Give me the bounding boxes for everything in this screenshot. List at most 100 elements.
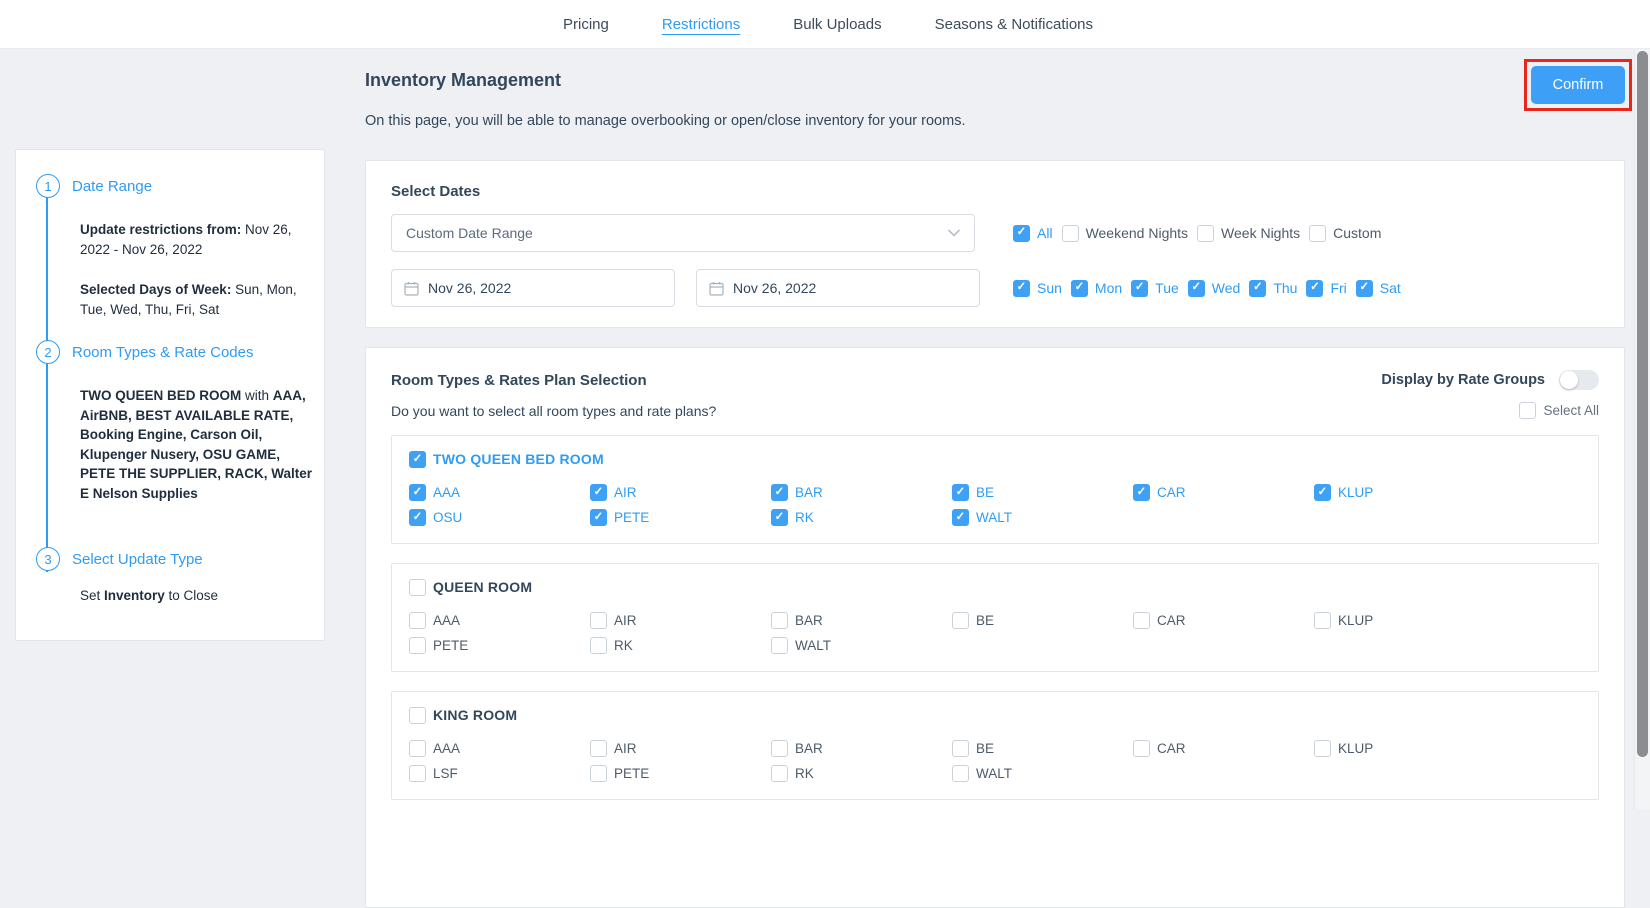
day-mon[interactable]: ✓Mon — [1071, 280, 1122, 297]
date-range-dropdown[interactable]: Custom Date Range — [391, 214, 975, 252]
day-thu[interactable]: ✓Thu — [1249, 280, 1297, 297]
scrollbar-thumb[interactable] — [1637, 51, 1648, 757]
room-king-room[interactable]: KING ROOM — [409, 707, 1581, 724]
checkbox-sun[interactable]: ✓ — [1013, 280, 1030, 297]
day-fri[interactable]: ✓Fri — [1306, 280, 1346, 297]
rate-lsf[interactable]: LSF — [409, 765, 590, 782]
checkbox-walt[interactable] — [771, 637, 788, 654]
rate-rk[interactable]: RK — [771, 765, 952, 782]
checkbox-aaa[interactable]: ✓ — [409, 484, 426, 501]
checkbox-klup[interactable]: ✓ — [1314, 484, 1331, 501]
step-3-label[interactable]: Select Update Type — [72, 551, 203, 568]
rate-klup[interactable]: KLUP — [1314, 612, 1495, 629]
select-all-select-all[interactable]: Select All — [1519, 402, 1599, 419]
day-sun[interactable]: ✓Sun — [1013, 280, 1062, 297]
rate-walt[interactable]: WALT — [771, 637, 952, 654]
rate-pete[interactable]: PETE — [590, 765, 771, 782]
checkbox-klup[interactable] — [1314, 612, 1331, 629]
rate-rk[interactable]: ✓RK — [771, 509, 952, 526]
checkbox-air[interactable] — [590, 740, 607, 757]
day-wed[interactable]: ✓Wed — [1188, 280, 1241, 297]
checkbox-walt[interactable] — [952, 765, 969, 782]
rate-air[interactable]: AIR — [590, 740, 771, 757]
rate-aaa[interactable]: AAA — [409, 612, 590, 629]
tab-seasons-notifications[interactable]: Seasons & Notifications — [935, 16, 1093, 33]
checkbox-tue[interactable]: ✓ — [1131, 280, 1148, 297]
checkbox-bar[interactable] — [771, 740, 788, 757]
checkbox-all[interactable]: ✓ — [1013, 225, 1030, 242]
checkbox-fri[interactable]: ✓ — [1306, 280, 1323, 297]
confirm-button[interactable]: Confirm — [1531, 66, 1625, 104]
checkbox-weekend-nights[interactable] — [1062, 225, 1079, 242]
room-two-queen-bed-room[interactable]: ✓TWO QUEEN BED ROOM — [409, 451, 1581, 468]
step-2-label[interactable]: Room Types & Rate Codes — [72, 344, 253, 361]
checkbox-walt[interactable]: ✓ — [952, 509, 969, 526]
checkbox-car[interactable]: ✓ — [1133, 484, 1150, 501]
step-update-type[interactable]: 3 Select Update Type — [36, 547, 203, 571]
checkbox-aaa[interactable] — [409, 612, 426, 629]
tab-bulk-uploads[interactable]: Bulk Uploads — [793, 16, 881, 33]
checkbox-sat[interactable]: ✓ — [1356, 280, 1373, 297]
tab-pricing[interactable]: Pricing — [563, 16, 609, 33]
rate-bar[interactable]: ✓BAR — [771, 484, 952, 501]
rate-walt[interactable]: ✓WALT — [952, 509, 1133, 526]
rate-walt[interactable]: WALT — [952, 765, 1133, 782]
checkbox-air[interactable] — [590, 612, 607, 629]
checkbox-lsf[interactable] — [409, 765, 426, 782]
rate-bar[interactable]: BAR — [771, 612, 952, 629]
checkbox-be[interactable] — [952, 612, 969, 629]
checkbox-klup[interactable] — [1314, 740, 1331, 757]
checkbox-two-queen-bed-room[interactable]: ✓ — [409, 451, 426, 468]
checkbox-select-all[interactable] — [1519, 402, 1536, 419]
rate-car[interactable]: CAR — [1133, 740, 1314, 757]
night-filter-all[interactable]: ✓All — [1013, 225, 1053, 242]
rate-bar[interactable]: BAR — [771, 740, 952, 757]
checkbox-thu[interactable]: ✓ — [1249, 280, 1266, 297]
step-date-range[interactable]: 1 Date Range — [36, 174, 152, 198]
day-tue[interactable]: ✓Tue — [1131, 280, 1179, 297]
checkbox-queen-room[interactable] — [409, 579, 426, 596]
rate-pete[interactable]: ✓PETE — [590, 509, 771, 526]
room-queen-room[interactable]: QUEEN ROOM — [409, 579, 1581, 596]
checkbox-osu[interactable]: ✓ — [409, 509, 426, 526]
start-date-input[interactable]: Nov 26, 2022 — [391, 269, 675, 307]
checkbox-rk[interactable]: ✓ — [771, 509, 788, 526]
checkbox-pete[interactable] — [409, 637, 426, 654]
day-sat[interactable]: ✓Sat — [1356, 280, 1401, 297]
checkbox-wed[interactable]: ✓ — [1188, 280, 1205, 297]
checkbox-car[interactable] — [1133, 740, 1150, 757]
rate-air[interactable]: ✓AIR — [590, 484, 771, 501]
rate-osu[interactable]: ✓OSU — [409, 509, 590, 526]
night-filter-custom[interactable]: Custom — [1309, 225, 1381, 242]
rate-car[interactable]: ✓CAR — [1133, 484, 1314, 501]
checkbox-mon[interactable]: ✓ — [1071, 280, 1088, 297]
rate-aaa[interactable]: ✓AAA — [409, 484, 590, 501]
checkbox-be[interactable] — [952, 740, 969, 757]
rate-be[interactable]: ✓BE — [952, 484, 1133, 501]
rate-klup[interactable]: KLUP — [1314, 740, 1495, 757]
rate-klup[interactable]: ✓KLUP — [1314, 484, 1495, 501]
rate-aaa[interactable]: AAA — [409, 740, 590, 757]
night-filter-week-nights[interactable]: Week Nights — [1197, 225, 1300, 242]
checkbox-rk[interactable] — [590, 637, 607, 654]
checkbox-air[interactable]: ✓ — [590, 484, 607, 501]
rate-rk[interactable]: RK — [590, 637, 771, 654]
rate-be[interactable]: BE — [952, 740, 1133, 757]
rate-car[interactable]: CAR — [1133, 612, 1314, 629]
checkbox-bar[interactable]: ✓ — [771, 484, 788, 501]
tab-restrictions[interactable]: Restrictions — [662, 16, 740, 33]
night-filter-weekend-nights[interactable]: Weekend Nights — [1062, 225, 1188, 242]
checkbox-king-room[interactable] — [409, 707, 426, 724]
checkbox-be[interactable]: ✓ — [952, 484, 969, 501]
checkbox-pete[interactable]: ✓ — [590, 509, 607, 526]
checkbox-rk[interactable] — [771, 765, 788, 782]
checkbox-aaa[interactable] — [409, 740, 426, 757]
checkbox-week-nights[interactable] — [1197, 225, 1214, 242]
rate-groups-toggle[interactable] — [1559, 370, 1599, 390]
step-room-types[interactable]: 2 Room Types & Rate Codes — [36, 340, 253, 364]
checkbox-car[interactable] — [1133, 612, 1150, 629]
checkbox-custom[interactable] — [1309, 225, 1326, 242]
checkbox-pete[interactable] — [590, 765, 607, 782]
checkbox-bar[interactable] — [771, 612, 788, 629]
step-1-label[interactable]: Date Range — [72, 178, 152, 195]
